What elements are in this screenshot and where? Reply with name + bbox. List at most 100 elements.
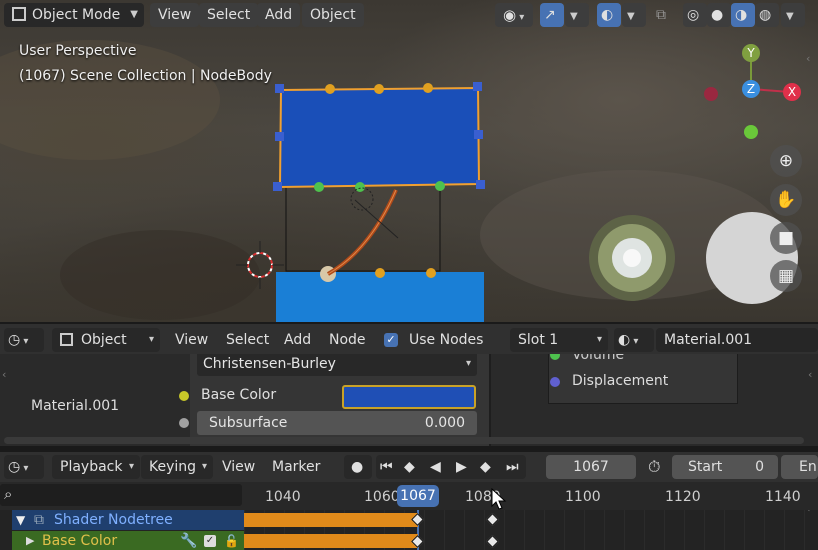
play-button[interactable]: ▶ <box>456 455 467 479</box>
expand-arrow-icon[interactable]: ▶ <box>26 531 34 550</box>
gizmo-neg-x-dot <box>704 87 718 101</box>
zoom-button[interactable]: ⊕ <box>770 145 802 177</box>
channel-search-field[interactable]: ⌕ <box>0 484 242 506</box>
playback-label: Playback <box>60 459 123 475</box>
3d-viewport[interactable]: Object Mode ▼ View Select Add Object ◉ ▾… <box>0 0 818 322</box>
start-frame-field[interactable]: Start 0 <box>672 455 778 479</box>
keying-menu[interactable]: Keying ▾ <box>141 455 213 479</box>
wrench-icon[interactable]: 🔧 <box>180 531 197 550</box>
zoom-icon: ⊕ <box>778 151 794 171</box>
xray-toggle[interactable]: ⧉ <box>652 3 676 27</box>
base-color-swatch[interactable] <box>342 385 476 409</box>
playhead-frame-indicator[interactable]: 1067 <box>397 485 439 507</box>
horizontal-scrollbar[interactable] <box>4 437 804 444</box>
viewport-collection-label: (1067) Scene Collection | NodeBody <box>19 68 272 84</box>
sidebar-arrow-icon[interactable]: ‹ <box>806 510 810 515</box>
gizmo-y-axis[interactable]: Y <box>742 44 760 62</box>
chevron-down-icon: ▾ <box>516 12 525 23</box>
checkmark-icon: ✓ <box>386 333 396 346</box>
channel-shader-nodetree[interactable]: ▼ ⧉ Shader Nodetree <box>12 510 244 530</box>
subsurface-slider[interactable]: Subsurface 0.000 <box>197 411 477 435</box>
subsurface-method-label: Christensen-Burley <box>203 356 336 372</box>
lock-icon[interactable]: 🔓 <box>224 531 239 550</box>
chevron-down-icon: ▼ <box>570 11 578 22</box>
shading-material[interactable]: ◑ <box>731 3 755 27</box>
shader-type-selector[interactable]: Object ▾ <box>52 328 160 352</box>
gizmo-icon: ↗ <box>544 7 556 23</box>
menu-object[interactable]: Object <box>302 3 364 27</box>
visibility-toggle[interactable]: ◉ ▾ <box>495 3 533 27</box>
displacement-socket[interactable] <box>550 377 560 387</box>
timeline-channels[interactable]: ▼ ⧉ Shader Nodetree ▶ Base Color 🔧 ✓ 🔓 ‹ <box>0 510 818 550</box>
gizmo-z-axis[interactable]: Z <box>742 80 760 98</box>
sidebar-right-arrow-icon[interactable]: ‹ <box>808 368 812 381</box>
camera-icon: ■ <box>777 228 795 248</box>
pan-button[interactable]: ✋ <box>770 184 802 216</box>
end-frame-field[interactable]: En <box>781 455 818 479</box>
use-nodes-checkbox[interactable]: ✓ <box>384 333 398 347</box>
chevron-down-icon: ▾ <box>20 336 29 347</box>
overlay-menu[interactable]: ▼ <box>622 3 646 27</box>
shading-solid[interactable]: ● <box>707 3 731 27</box>
shader-menu-add[interactable]: Add <box>284 328 311 352</box>
ruler-tick: 1140 <box>765 489 801 505</box>
channel-label: Base Color <box>42 533 118 549</box>
current-frame-field[interactable]: 1067 <box>546 455 636 479</box>
menu-select[interactable]: Select <box>199 3 259 27</box>
stopwatch-icon[interactable]: ⏱ <box>648 455 660 479</box>
chevron-down-icon: ▾ <box>630 336 639 347</box>
shader-menu-select[interactable]: Select <box>226 328 269 352</box>
slot-label: Slot 1 <box>518 332 559 348</box>
jump-end-button[interactable]: ⏭ <box>506 455 519 479</box>
overlay-toggle[interactable]: ◐ <box>597 3 621 27</box>
start-label: Start <box>688 459 723 475</box>
shading-wireframe[interactable]: ◎ <box>683 3 707 27</box>
chevron-down-icon: ▼ <box>786 11 794 22</box>
chevron-down-icon: ▾ <box>148 334 154 345</box>
perspective-toggle-button[interactable]: ▦ <box>770 260 802 292</box>
channel-base-color[interactable]: ▶ Base Color 🔧 ✓ 🔓 <box>12 531 244 550</box>
auto-keying-button[interactable]: ● <box>344 455 372 479</box>
menu-view[interactable]: View <box>150 3 200 27</box>
subsurface-socket[interactable] <box>179 418 189 428</box>
subsurface-value: 0.000 <box>424 415 465 431</box>
menu-add[interactable]: Add <box>257 3 301 27</box>
slot-selector[interactable]: Slot 1 ▾ <box>510 328 608 352</box>
mute-checkbox[interactable]: ✓ <box>204 535 216 547</box>
jump-start-button[interactable]: ⏮ <box>380 455 393 479</box>
shader-type-label: Object <box>81 332 127 348</box>
light-line <box>354 199 399 239</box>
keying-label: Keying <box>149 459 197 475</box>
timeline-editor-type[interactable]: ◷ ▾ <box>4 455 44 479</box>
shading-menu[interactable]: ▼ <box>781 3 805 27</box>
collapse-arrow-icon[interactable]: ▼ <box>16 510 25 530</box>
material-name-field[interactable]: Material.001 <box>656 328 818 352</box>
mode-selector[interactable]: Object Mode ▼ <box>4 3 144 27</box>
editor-type-selector[interactable]: ◷ ▾ <box>4 328 44 352</box>
shading-rendered[interactable]: ◍ <box>755 3 779 27</box>
rendered-sphere-icon: ◍ <box>759 7 772 23</box>
subsurface-method-dropdown[interactable]: Christensen-Burley ▾ <box>197 354 477 376</box>
shader-menu-node[interactable]: Node <box>329 328 366 352</box>
sidebar-left-arrow-icon[interactable]: ‹ <box>2 368 6 381</box>
shader-menu-view[interactable]: View <box>175 328 208 352</box>
gizmo-menu[interactable]: ▼ <box>565 3 589 27</box>
prev-keyframe-button[interactable]: ◆ <box>404 455 415 479</box>
material-browse-button[interactable]: ◐ ▾ <box>614 328 654 352</box>
ruler-tick: 1060 <box>364 489 400 505</box>
play-reverse-button[interactable]: ◀ <box>430 455 441 479</box>
timeline-menu-marker[interactable]: Marker <box>272 455 320 479</box>
camera-view-button[interactable]: ■ <box>770 222 802 254</box>
chevron-down-icon: ▾ <box>465 358 471 369</box>
node-tree-icon: ⧉ <box>34 512 44 528</box>
node-canvas[interactable]: ‹ ‹ Material.001 Christensen-Burley ▾ Ba… <box>0 354 818 446</box>
gizmo-x-axis[interactable]: X <box>783 83 801 101</box>
next-keyframe-button[interactable]: ◆ <box>480 455 491 479</box>
sidebar-toggle-icon[interactable]: ‹ <box>806 52 810 65</box>
base-color-socket[interactable] <box>179 391 189 401</box>
timeline-ruler[interactable]: ⌕ 1040 1060 1080 1100 1120 1140 1067 <box>0 482 818 510</box>
timeline-menu-view[interactable]: View <box>222 455 255 479</box>
gizmo-toggle[interactable]: ↗ <box>540 3 564 27</box>
hand-icon: ✋ <box>775 190 797 210</box>
playback-menu[interactable]: Playback ▾ <box>52 455 140 479</box>
